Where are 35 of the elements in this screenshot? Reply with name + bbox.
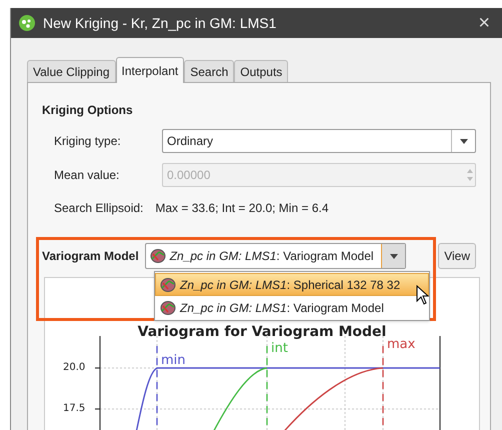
dropdown-option[interactable]: Zn_pc in GM: LMS1: Spherical 132 78 32: [155, 273, 429, 296]
view-button[interactable]: View: [438, 243, 476, 269]
close-button[interactable]: ×: [478, 13, 494, 33]
range-marker-label: min: [161, 354, 186, 367]
caret-icon: [390, 254, 398, 258]
range-marker-label: max: [387, 338, 416, 351]
option-label: Zn_pc in GM: LMS1: Spherical 132 78 32: [180, 276, 400, 294]
ellipsoid-icon: [160, 276, 176, 292]
tab[interactable]: Search: [184, 60, 234, 82]
y-tick-label: 20.0: [63, 363, 86, 373]
option-label: Zn_pc in GM: LMS1: Variogram Model: [180, 300, 384, 316]
ellipsoid-icon: [150, 248, 166, 264]
kriging-type-dropdown[interactable]: Ordinary: [162, 129, 476, 153]
range-marker-label: int: [271, 342, 288, 355]
dropdown-value: Ordinary: [167, 133, 214, 150]
section-heading: Kriging Options: [42, 102, 134, 119]
app-logo-icon: [19, 15, 35, 31]
field-label: Mean value:: [54, 167, 120, 184]
caret-button[interactable]: [381, 244, 406, 268]
field-label: Search Ellipsoid:: [54, 200, 144, 217]
variogram-model-dropdown[interactable]: Zn_pc in GM: LMS1: Variogram Model: [144, 243, 406, 269]
tab[interactable]: Interpolant: [116, 57, 184, 83]
field-label: Variogram Model: [42, 248, 139, 265]
dropdown-option[interactable]: Zn_pc in GM: LMS1: Variogram Model: [155, 296, 429, 319]
ellipsoid-icon: [160, 300, 176, 316]
ellipsoid-values: Max = 33.6; Int = 20.0; Min = 6.4: [155, 200, 328, 217]
chart-title: Variogram for Variogram Model: [136, 323, 388, 342]
caret-icon: [460, 138, 468, 144]
dropdown-value: Zn_pc in GM: LMS1: Variogram Model: [170, 248, 375, 265]
tab[interactable]: Value Clipping: [27, 60, 116, 82]
tab[interactable]: Outputs: [234, 60, 288, 82]
window-title: New Kriging - Kr, Zn_pc in GM: LMS1: [43, 14, 276, 33]
y-tick-label: 17.5: [63, 404, 86, 414]
field-label: Kriging type:: [54, 133, 122, 150]
field-value: 0.00000: [167, 167, 212, 184]
